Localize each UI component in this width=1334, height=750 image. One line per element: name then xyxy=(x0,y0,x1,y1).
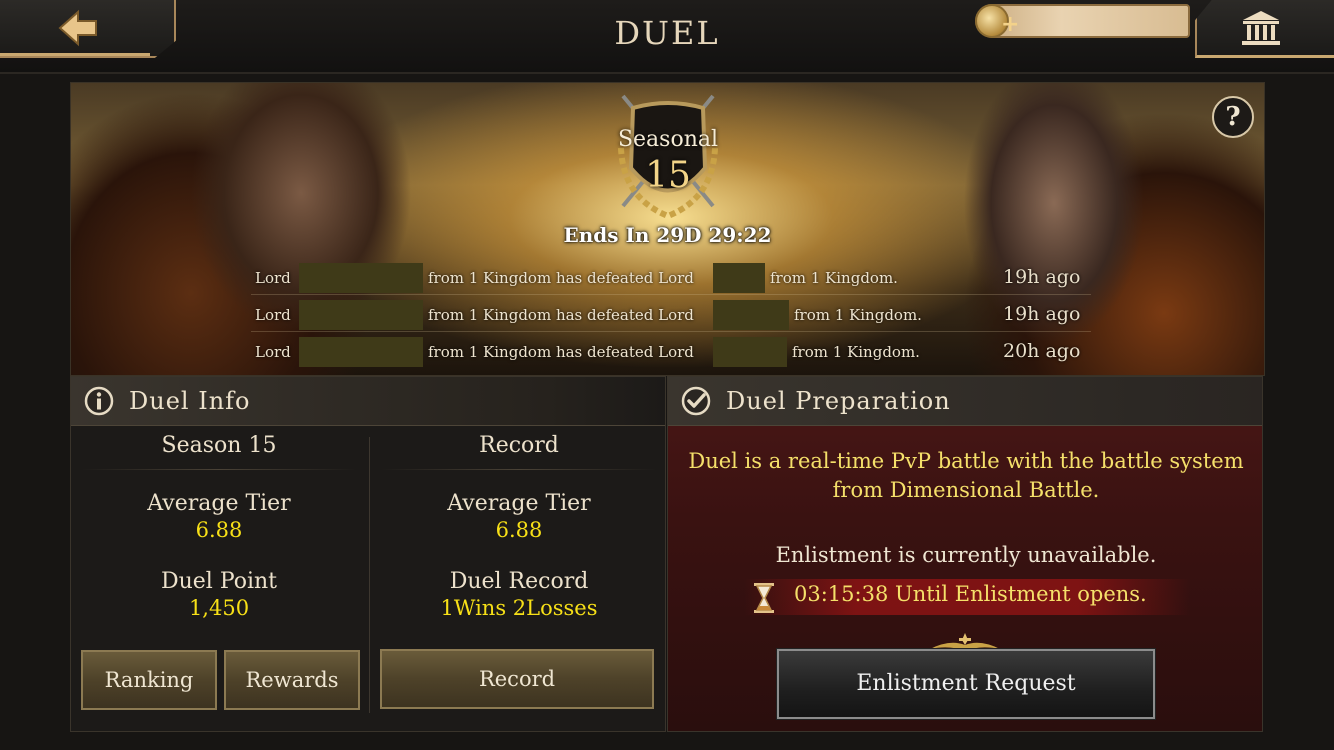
redacted-name xyxy=(299,300,423,330)
rewards-button[interactable]: Rewards xyxy=(224,650,360,710)
duel-record-value: 1Wins 2Losses xyxy=(440,596,598,620)
battle-log-row: Lord from 1 Kingdom has defeated Lord fr… xyxy=(251,261,1091,295)
log-time: 20h ago xyxy=(1003,340,1081,362)
battle-log-row: Lord from 1 Kingdom has defeated Lord fr… xyxy=(251,335,1091,369)
help-button[interactable]: ? xyxy=(1212,96,1254,138)
add-currency-icon[interactable]: + xyxy=(1001,12,1019,37)
battle-log-row: Lord from 1 Kingdom has defeated Lord fr… xyxy=(251,298,1091,332)
enlistment-status: Enlistment is currently unavailable. xyxy=(775,543,1157,567)
redacted-name xyxy=(713,263,765,293)
duel-preparation-header: Duel Preparation xyxy=(668,377,1262,426)
season-avg-tier-label: Average Tier xyxy=(147,491,291,516)
duel-description: Duel is a real-time PvP battle with the … xyxy=(688,449,1244,502)
duel-info-panel: Duel Info Season 15 Record Average Tier … xyxy=(70,376,666,732)
log-prefix: Lord xyxy=(255,306,291,324)
record-avg-tier-label: Average Tier xyxy=(447,491,591,516)
duel-preparation-panel: Duel Preparation Duel is a real-time PvP… xyxy=(667,376,1263,732)
log-suffix: from 1 Kingdom. xyxy=(794,306,922,324)
info-icon xyxy=(84,386,114,416)
season-avg-tier-value: 6.88 xyxy=(195,518,243,542)
log-prefix: Lord xyxy=(255,343,291,361)
season-number: 15 xyxy=(645,155,691,196)
log-middle: from 1 Kingdom has defeated Lord xyxy=(428,343,694,361)
currency-display[interactable]: + xyxy=(975,4,1190,38)
top-bar: DUEL + xyxy=(0,0,1334,74)
log-suffix: from 1 Kingdom. xyxy=(792,343,920,361)
log-time: 19h ago xyxy=(1003,266,1081,288)
duel-preparation-title: Duel Preparation xyxy=(726,387,951,415)
redacted-name xyxy=(299,263,423,293)
log-suffix: from 1 Kingdom. xyxy=(770,269,898,287)
enlistment-request-button[interactable]: Enlistment Request xyxy=(776,648,1156,720)
log-middle: from 1 Kingdom has defeated Lord xyxy=(428,269,694,287)
redacted-name xyxy=(713,300,789,330)
log-prefix: Lord xyxy=(255,269,291,287)
bank-button[interactable] xyxy=(1195,0,1334,58)
duel-point-value: 1,450 xyxy=(188,596,250,620)
redacted-name xyxy=(299,337,423,367)
duel-record-label: Duel Record xyxy=(449,569,589,594)
redacted-name xyxy=(713,337,787,367)
duel-info-title: Duel Info xyxy=(129,387,251,415)
ranking-button[interactable]: Ranking xyxy=(81,650,217,710)
log-middle: from 1 Kingdom has defeated Lord xyxy=(428,306,694,324)
record-avg-tier-value: 6.88 xyxy=(495,518,543,542)
bank-icon xyxy=(1242,11,1280,45)
duel-point-label: Duel Point xyxy=(160,569,278,594)
season-banner: ? Seasonal 15 Ends In 29D 29:22 Lord fro… xyxy=(70,82,1265,376)
season-countdown: Ends In 29D 29:22 xyxy=(563,223,772,247)
log-time: 19h ago xyxy=(1003,303,1081,325)
checkmark-icon xyxy=(681,386,711,416)
column-divider xyxy=(369,437,370,713)
hourglass-icon xyxy=(754,583,774,613)
season-label: Seasonal xyxy=(617,127,719,152)
record-heading: Record xyxy=(479,433,559,458)
season-heading: Season 15 xyxy=(161,433,277,458)
duel-info-header: Duel Info xyxy=(71,377,665,426)
record-button[interactable]: Record xyxy=(380,649,654,709)
enlistment-timer: 03:15:38 Until Enlistment opens. xyxy=(794,582,1147,606)
